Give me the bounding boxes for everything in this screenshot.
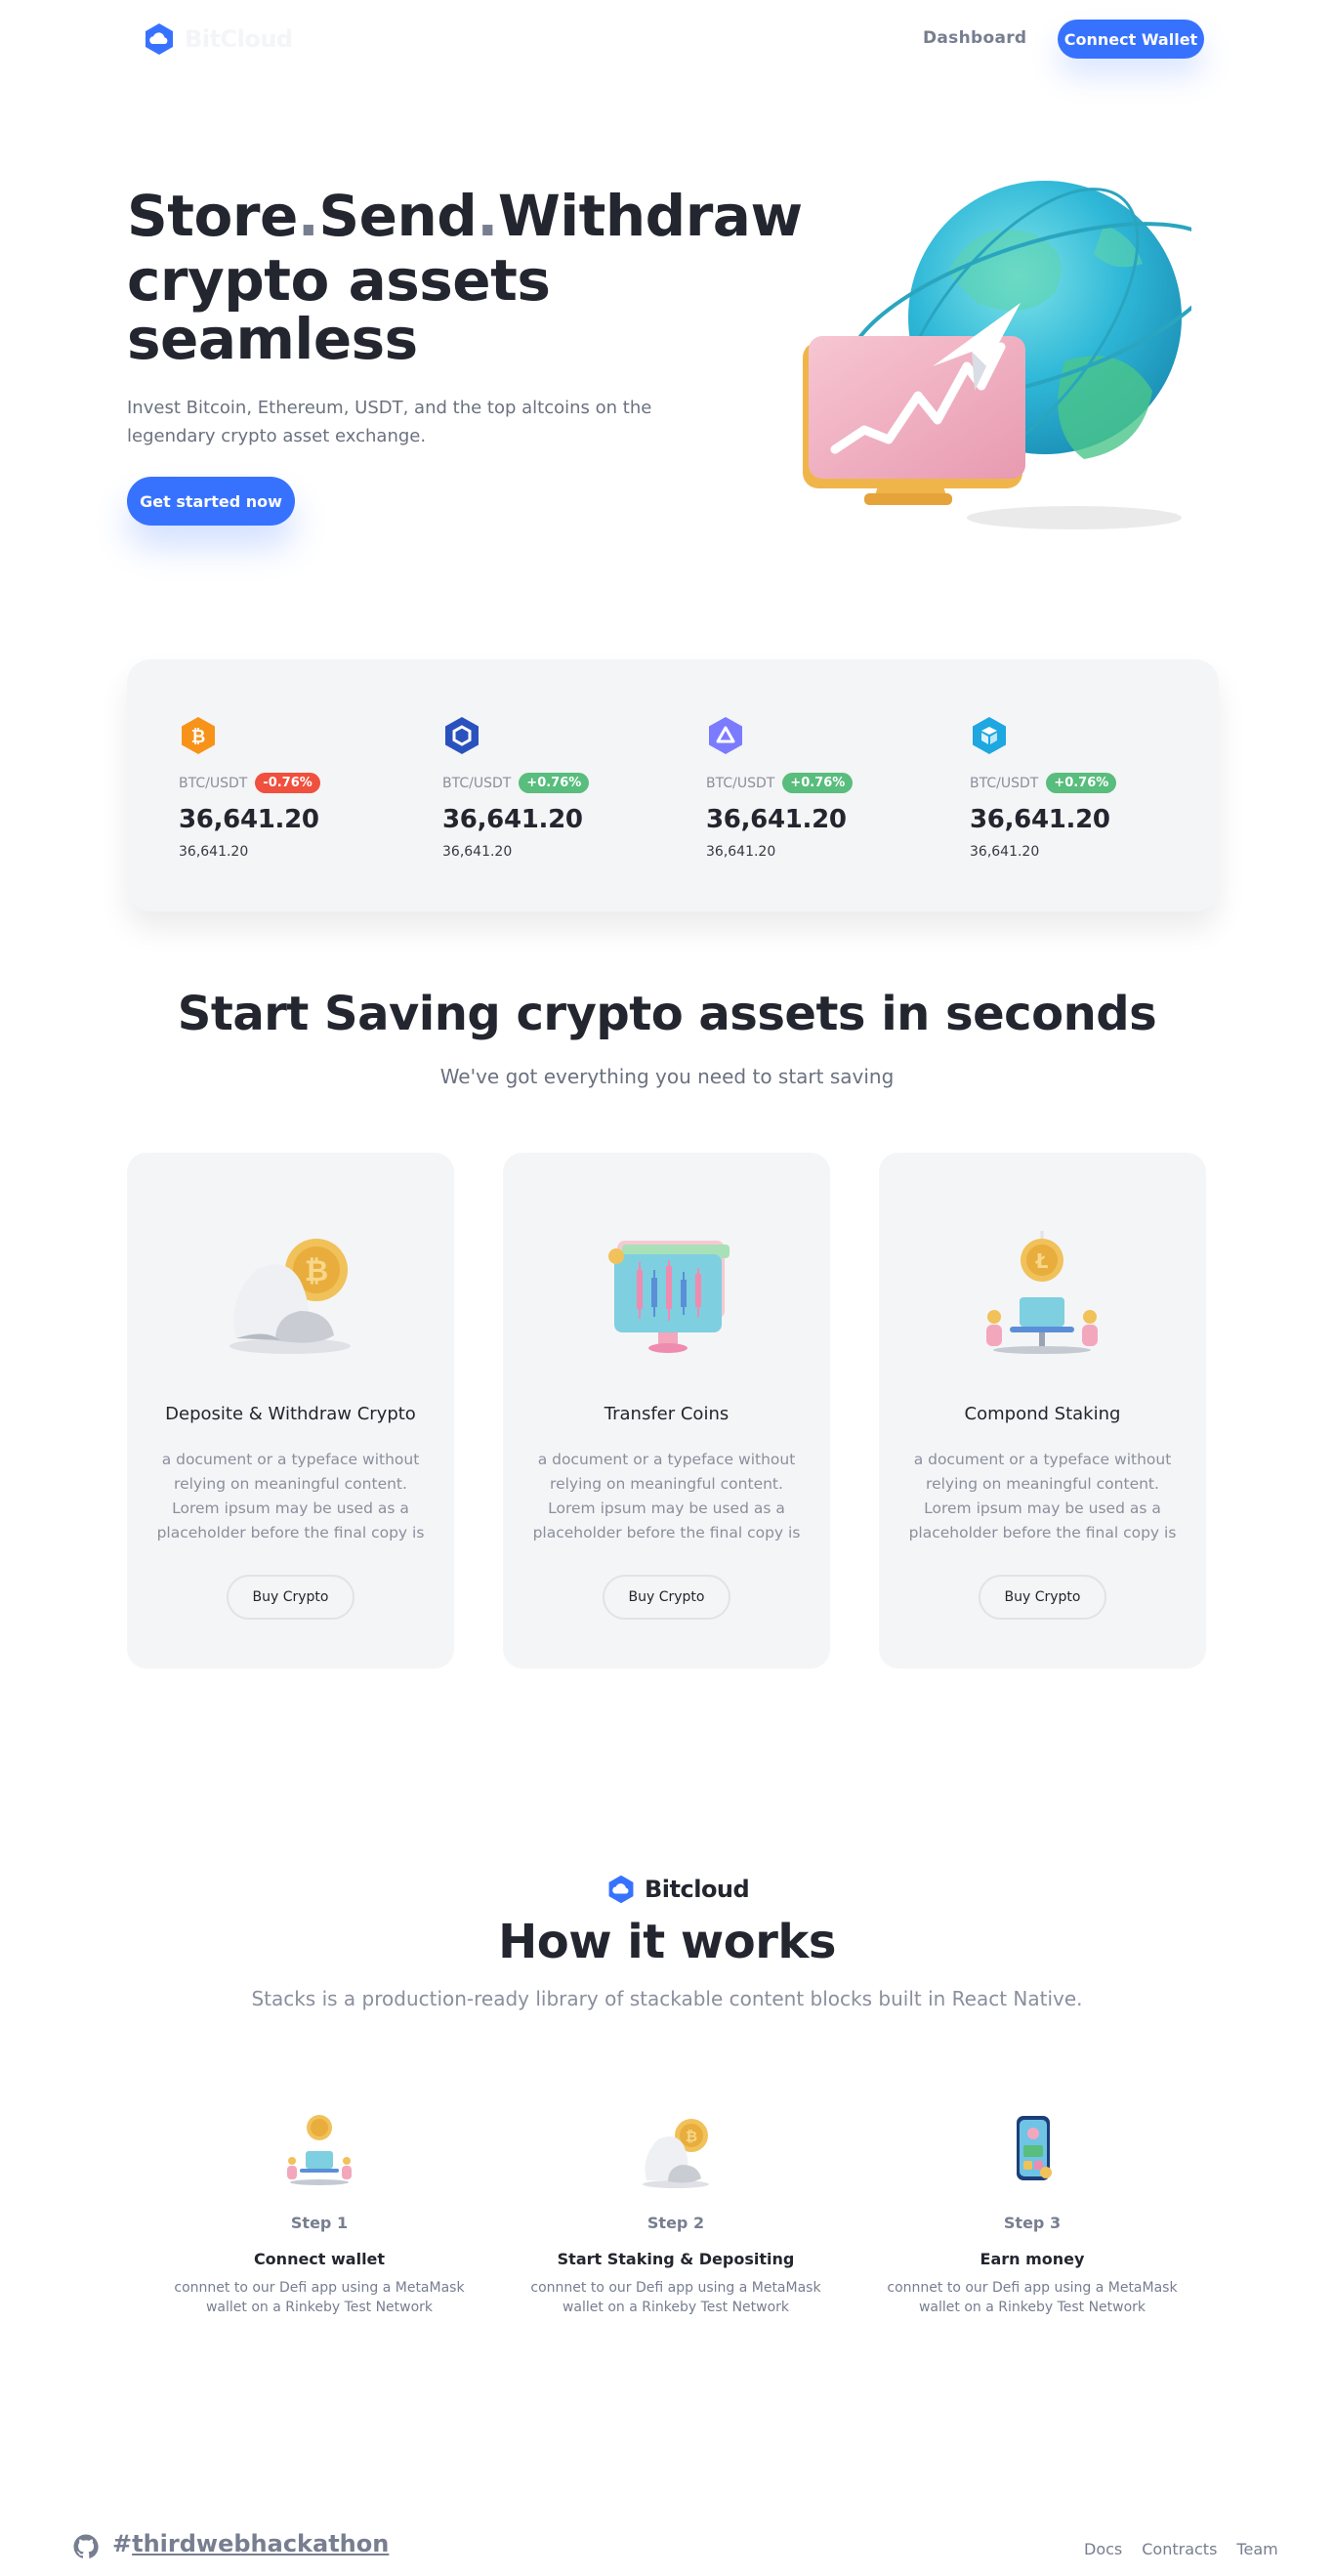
ticker-change-badge: -0.76% [255, 773, 320, 793]
ticker-subprice: 36,641.20 [179, 844, 249, 860]
card-description: a document or a typeface without relying… [156, 1451, 425, 1541]
step-name: Connect wallet [253, 2250, 386, 2268]
title-dot: . [297, 183, 319, 249]
step-description: connnet to our Defi app using a MetaMask… [530, 2280, 821, 2315]
feature-card: Ł Compond Staking a document or a typefa… [879, 1153, 1206, 1668]
how-it-works-title: How it works [498, 1915, 836, 1969]
ticker-price: 36,641.20 [179, 805, 319, 834]
footer-link-contracts[interactable]: Contracts [1142, 2540, 1217, 2558]
title-dot: . [477, 183, 498, 249]
ticker-change-badge: +0.76% [782, 773, 854, 793]
phone-wallet-illustration [1017, 2116, 1052, 2180]
bitcloud-logo: Bitcloud [605, 1872, 750, 1907]
ticker-item[interactable]: BTC/USDT +0.76% 36,641.20 36,641.20 [442, 716, 677, 860]
coin-rocks-illustration: ₿ [643, 2119, 709, 2188]
globe-monitor-illustration [803, 181, 1191, 529]
ticker-item[interactable]: BTC/USDT +0.76% 36,641.20 36,641.20 [970, 716, 1204, 860]
github-icon[interactable] [73, 2534, 99, 2559]
step-number: Step 2 [646, 2214, 705, 2232]
card-title: Transfer Coins [604, 1404, 730, 1424]
step-item: Step 1 Connect wallet connnet to our Def… [158, 2110, 480, 2317]
hero-title-line2: crypto assets [127, 247, 551, 314]
get-started-button[interactable]: Get started now [127, 477, 295, 526]
card-description: a document or a typeface without relying… [908, 1451, 1177, 1541]
ticker-item[interactable]: ₿ BTC/USDT -0.76% 36,641.20 36,641.20 [179, 716, 413, 860]
feature-card: Transfer Coins a document or a typeface … [503, 1153, 830, 1668]
card-description: a document or a typeface without relying… [532, 1451, 801, 1541]
step-description: connnet to our Defi app using a MetaMask… [174, 2280, 465, 2315]
triangle-icon [709, 717, 742, 754]
cloud-logo-icon [146, 23, 173, 55]
svg-text:₿: ₿ [686, 2128, 697, 2145]
hero-title-withdraw: Withdraw [497, 183, 803, 249]
connect-wallet-button[interactable]: Connect Wallet [1058, 20, 1204, 59]
hero-title: Store.Send.Withdraw crypto assets seamle… [127, 183, 803, 372]
step-item: ₿ Step 2 Start Staking & Depositing conn… [515, 2110, 837, 2317]
staking-illustration: Ł [986, 1231, 1098, 1354]
coin-rocks-illustration: ₿ [229, 1239, 351, 1354]
ticker-pair: BTC/USDT [179, 775, 248, 791]
ticker-pair: BTC/USDT [442, 775, 512, 791]
logo[interactable]: BitCloud [142, 21, 293, 57]
ticker-item[interactable]: BTC/USDT +0.76% 36,641.20 36,641.20 [706, 716, 940, 860]
ticker-pair: BTC/USDT [970, 775, 1039, 791]
step-description: connnet to our Defi app using a MetaMask… [887, 2280, 1178, 2315]
cloud-logo-icon [608, 1875, 634, 1904]
cube-icon [973, 717, 1006, 754]
buy-crypto-button[interactable]: Buy Crypto [227, 1575, 354, 1620]
logo-text: BitCloud [185, 25, 293, 53]
svg-text:₿: ₿ [191, 727, 206, 747]
svg-text:Ł: Ł [1035, 1249, 1049, 1273]
footer-link-team[interactable]: Team [1236, 2540, 1277, 2558]
card-title: Deposite & Withdraw Crypto [165, 1404, 416, 1424]
staking-illustration [287, 2115, 352, 2185]
step-item: Step 3 Earn money connnet to our Defi ap… [871, 2110, 1193, 2317]
feature-card: ₿ Deposite & Withdraw Crypto a document … [127, 1153, 454, 1668]
hashtag-link[interactable]: thirdwebhackathon [132, 2530, 389, 2557]
hero-title-line3: seamless [127, 306, 418, 372]
step-number: Step 3 [1003, 2214, 1062, 2232]
bitcoin-icon: ₿ [182, 717, 215, 754]
footer-links: Docs Contracts Team [1084, 2540, 1278, 2558]
hero-title-send: Send [318, 183, 478, 249]
hero-description: Invest Bitcoin, Ethereum, USDT, and the … [127, 398, 652, 446]
bitcloud-logo-text: Bitcloud [645, 1876, 750, 1903]
ticker-change-badge: +0.76% [519, 773, 590, 793]
how-it-works-subtitle: Stacks is a production-ready library of … [251, 1987, 1083, 2010]
hero-title-store: Store [127, 183, 298, 249]
ticker-price: 36,641.20 [442, 805, 583, 834]
saving-subtitle: We've got everything you need to start s… [439, 1065, 895, 1088]
ticker-subprice: 36,641.20 [442, 844, 513, 860]
ticker-price: 36,641.20 [970, 805, 1110, 834]
ticker-subprice: 36,641.20 [706, 844, 776, 860]
step-name: Earn money [980, 2250, 1085, 2268]
ticker-panel: ₿ BTC/USDT -0.76% 36,641.20 36,641.20 BT… [127, 659, 1219, 911]
ticker-subprice: 36,641.20 [970, 844, 1040, 860]
hash-symbol: # [112, 2530, 133, 2557]
ticker-price: 36,641.20 [706, 805, 847, 834]
candlestick-monitor-illustration [608, 1241, 730, 1353]
ticker-pair: BTC/USDT [706, 775, 775, 791]
buy-crypto-button[interactable]: Buy Crypto [603, 1575, 730, 1620]
step-name: Start Staking & Depositing [557, 2250, 795, 2268]
ticker-change-badge: +0.76% [1046, 773, 1117, 793]
svg-text:₿: ₿ [305, 1254, 328, 1288]
card-title: Compond Staking [964, 1404, 1121, 1424]
hexagon-icon [445, 717, 479, 754]
step-number: Step 1 [290, 2214, 349, 2232]
nav-dashboard-link[interactable]: Dashboard [923, 28, 1026, 48]
saving-title: Start Saving crypto assets in seconds [177, 987, 1157, 1041]
buy-crypto-button[interactable]: Buy Crypto [979, 1575, 1106, 1620]
hackathon-hashtag[interactable]: #thirdwebhackathon [112, 2530, 389, 2557]
footer-link-docs[interactable]: Docs [1084, 2540, 1122, 2558]
